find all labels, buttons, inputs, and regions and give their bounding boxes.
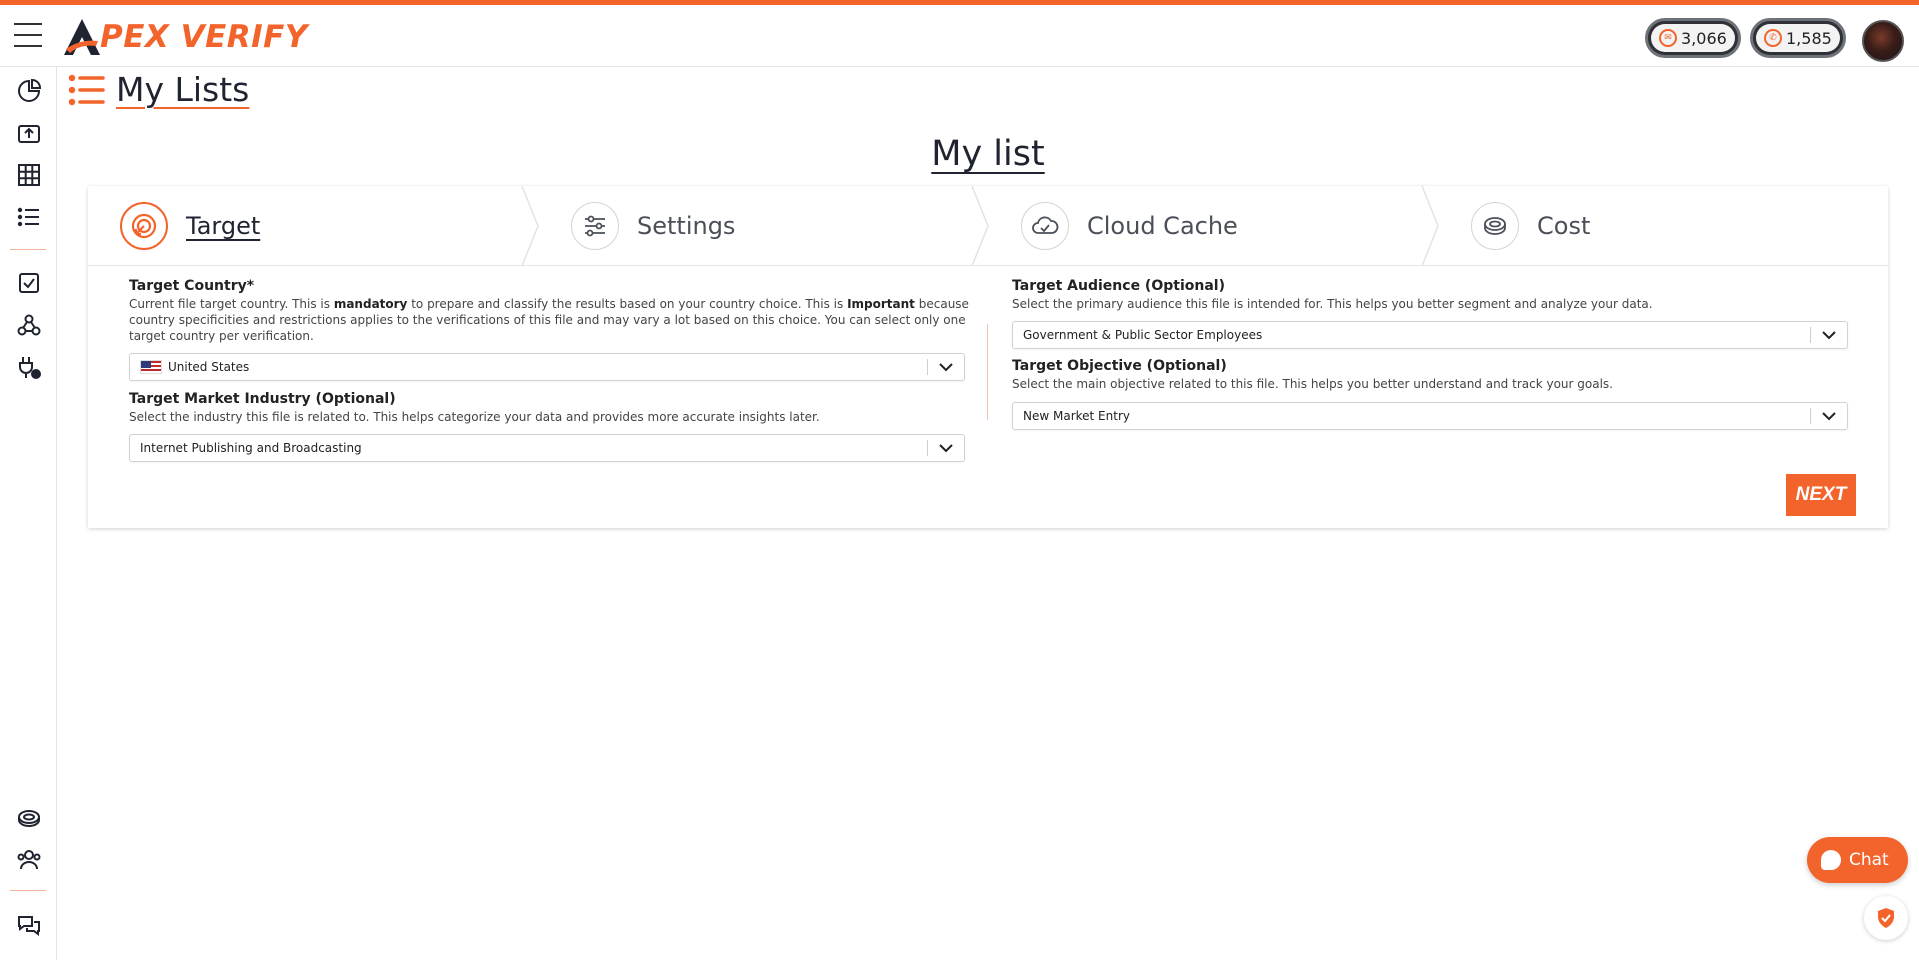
target-country-value: United States <box>168 360 250 374</box>
webhook-icon[interactable] <box>14 310 44 340</box>
sidebar <box>0 67 57 960</box>
target-country-description: Current file target country. This is man… <box>129 297 969 343</box>
target-objective-value: New Market Entry <box>1023 409 1130 423</box>
page-title: My Lists <box>116 70 250 109</box>
target-objective-title: Target Objective (Optional) <box>1012 358 1227 374</box>
chat-label: Chat <box>1849 850 1889 870</box>
step-separator-chevron <box>521 186 539 266</box>
target-audience-select[interactable]: Government & Public Sector Employees <box>1012 321 1848 349</box>
target-industry-title: Target Market Industry (Optional) <box>129 391 396 407</box>
target-industry-value: Internet Publishing and Broadcasting <box>140 441 362 455</box>
shield-check-icon <box>1878 908 1894 928</box>
target-audience-value: Government & Public Sector Employees <box>1023 328 1263 342</box>
step-target[interactable]: Target <box>120 186 260 266</box>
menu-toggle-icon[interactable] <box>14 23 44 51</box>
app-logo[interactable]: PEX VERIFY <box>60 15 308 59</box>
email-credits-badge[interactable]: ✉ 3,066 <box>1645 18 1741 58</box>
logo-text: PEX VERIFY <box>100 19 308 55</box>
lists-icon[interactable] <box>14 202 44 232</box>
chevron-down-icon <box>1811 411 1847 421</box>
credits-coins-icon[interactable] <box>14 803 44 833</box>
phone-credits-count: 1,585 <box>1786 28 1832 48</box>
step-cost-label: Cost <box>1537 212 1591 240</box>
user-avatar[interactable] <box>1862 20 1904 62</box>
email-credits-count: 3,066 <box>1681 28 1727 48</box>
email-credit-icon: ✉ <box>1659 29 1677 47</box>
step-cost[interactable]: Cost <box>1471 186 1590 266</box>
step-cloud-cache-label: Cloud Cache <box>1087 212 1238 240</box>
sliders-icon <box>571 202 619 250</box>
target-industry-select[interactable]: Internet Publishing and Broadcasting <box>129 434 965 462</box>
sidebar-divider <box>10 249 46 250</box>
checkbox-verify-icon[interactable] <box>14 268 44 298</box>
chat-button[interactable]: Chat <box>1807 837 1908 883</box>
app-header: PEX VERIFY ✉ 3,066 ✆ 1,585 <box>0 5 1919 67</box>
next-button[interactable]: NEXT <box>1786 474 1856 516</box>
chevron-down-icon <box>928 443 964 453</box>
target-objective-select[interactable]: New Market Entry <box>1012 402 1848 430</box>
step-target-label: Target <box>186 212 261 240</box>
list-wizard-card: Target Settings Cloud Cache Cost Target … <box>88 186 1888 528</box>
step-settings-label: Settings <box>637 212 736 240</box>
page-title-block: My Lists <box>68 70 249 109</box>
target-country-select[interactable]: United States <box>129 353 965 381</box>
us-flag-icon <box>140 360 162 374</box>
cloud-icon <box>1021 202 1069 250</box>
coins-icon <box>1471 202 1519 250</box>
target-audience-description: Select the primary audience this file is… <box>1012 297 1653 311</box>
logo-mark-icon <box>64 19 100 55</box>
page-list-icon <box>68 74 105 105</box>
chevron-down-icon <box>1811 330 1847 340</box>
phone-credit-icon: ✆ <box>1764 29 1782 47</box>
step-separator-chevron <box>1421 186 1439 266</box>
dashboard-chart-icon[interactable] <box>14 76 44 106</box>
target-icon <box>120 202 168 250</box>
column-divider <box>987 324 988 420</box>
step-cloud-cache[interactable]: Cloud Cache <box>1021 186 1238 266</box>
chevron-down-icon <box>928 362 964 372</box>
team-users-icon[interactable] <box>14 845 44 875</box>
support-chat-icon[interactable] <box>14 911 44 941</box>
target-country-title: Target Country* <box>129 278 255 294</box>
step-separator-chevron <box>971 186 989 266</box>
integration-plug-icon[interactable] <box>14 352 44 382</box>
target-industry-description: Select the industry this file is related… <box>129 410 820 424</box>
wizard-steps: Target Settings Cloud Cache Cost <box>88 186 1888 266</box>
target-objective-description: Select the main objective related to thi… <box>1012 377 1613 391</box>
target-audience-title: Target Audience (Optional) <box>1012 278 1225 294</box>
security-shield-button[interactable] <box>1864 896 1908 940</box>
phone-credits-badge[interactable]: ✆ 1,585 <box>1750 18 1846 58</box>
step-settings[interactable]: Settings <box>571 186 735 266</box>
list-title: My list <box>931 134 1045 174</box>
chat-bubble-icon <box>1821 850 1841 870</box>
sidebar-divider-bottom <box>10 890 46 891</box>
